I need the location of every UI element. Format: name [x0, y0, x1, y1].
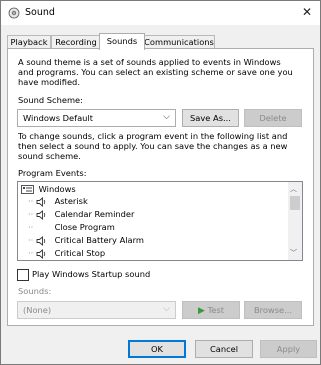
- startup-sound-label: Play Windows Startup sound: [32, 269, 151, 279]
- instructions-line-3: sound scheme.: [18, 151, 81, 161]
- sound-scheme-dropdown[interactable]: Windows Default ⌵: [17, 109, 176, 127]
- event-critical-stop: Critical Stop: [54, 248, 106, 258]
- startup-sound-checkbox[interactable]: [17, 269, 29, 281]
- scroll-up-icon[interactable]: ︿: [290, 184, 297, 194]
- sound-scheme-label: Sound Scheme:: [18, 95, 83, 105]
- event-group-label: Windows: [38, 184, 76, 194]
- intro-line-1: A sound theme is a set of sounds applied…: [18, 57, 281, 67]
- program-events-list[interactable]: Windows ·· Asterisk ·· Calendar Reminder…: [17, 181, 303, 261]
- close-icon[interactable]: ✕: [302, 5, 312, 19]
- events-scrollbar[interactable]: ︿ ﹀: [288, 182, 302, 260]
- tab-playback[interactable]: Playback: [7, 35, 51, 49]
- intro-line-2: and programs. You can select an existing…: [18, 67, 293, 77]
- list-item[interactable]: ·· Asterisk: [28, 195, 88, 208]
- window-title: Sound: [25, 7, 55, 18]
- tab-communications[interactable]: Communications: [143, 35, 215, 49]
- speaker-icon: [36, 235, 46, 246]
- delete-button[interactable]: Delete: [244, 109, 302, 127]
- sound-dialog: Sound ✕ Playback Recording Sounds Commun…: [0, 0, 321, 365]
- speaker-icon: [36, 248, 46, 259]
- instructions-line-1: To change sounds, click a program event …: [18, 131, 288, 141]
- sounds-value: (None): [23, 305, 52, 315]
- chevron-down-icon: ⌵: [163, 304, 170, 314]
- windows-folder-icon: [21, 185, 34, 194]
- apply-button[interactable]: Apply: [260, 340, 317, 358]
- scroll-down-icon[interactable]: ﹀: [290, 248, 297, 258]
- test-button-label: Test: [207, 305, 224, 315]
- sounds-dropdown[interactable]: (None) ⌵: [17, 301, 176, 319]
- intro-line-3: have modified.: [18, 77, 80, 87]
- speaker-icon: [36, 196, 46, 207]
- sounds-label: Sounds:: [18, 286, 52, 296]
- title-bar: Sound ✕: [1, 1, 320, 25]
- ok-button[interactable]: OK: [128, 340, 186, 358]
- tab-sounds[interactable]: Sounds: [99, 33, 145, 50]
- event-close-program: Close Program: [54, 222, 115, 232]
- list-item[interactable]: ·· Critical Battery Alarm: [28, 234, 144, 247]
- save-as-button[interactable]: Save As...: [182, 109, 239, 127]
- dialog-footer: OK Cancel Apply: [1, 331, 320, 364]
- event-calendar-reminder: Calendar Reminder: [54, 209, 135, 219]
- test-button[interactable]: ▶ Test: [182, 301, 240, 319]
- browse-button[interactable]: Browse...: [244, 301, 302, 319]
- list-item[interactable]: ·· Calendar Reminder: [28, 208, 134, 221]
- event-asterisk: Asterisk: [54, 196, 88, 206]
- tab-recording[interactable]: Recording: [51, 35, 101, 49]
- cancel-button[interactable]: Cancel: [195, 340, 253, 358]
- list-item[interactable]: ·· Close Program: [28, 221, 115, 234]
- list-item[interactable]: ·· Critical Stop: [28, 247, 105, 260]
- event-critical-battery-alarm: Critical Battery Alarm: [54, 235, 144, 245]
- chevron-down-icon: ⌵: [163, 112, 170, 122]
- speaker-icon: [36, 209, 46, 220]
- scroll-thumb[interactable]: [290, 196, 300, 210]
- instructions-line-2: then select a sound to apply. You can sa…: [18, 141, 288, 151]
- program-events-label: Program Events:: [18, 168, 87, 178]
- play-icon: ▶: [198, 306, 205, 316]
- sound-scheme-value: Windows Default: [23, 113, 93, 123]
- speaker-app-icon: [8, 7, 20, 19]
